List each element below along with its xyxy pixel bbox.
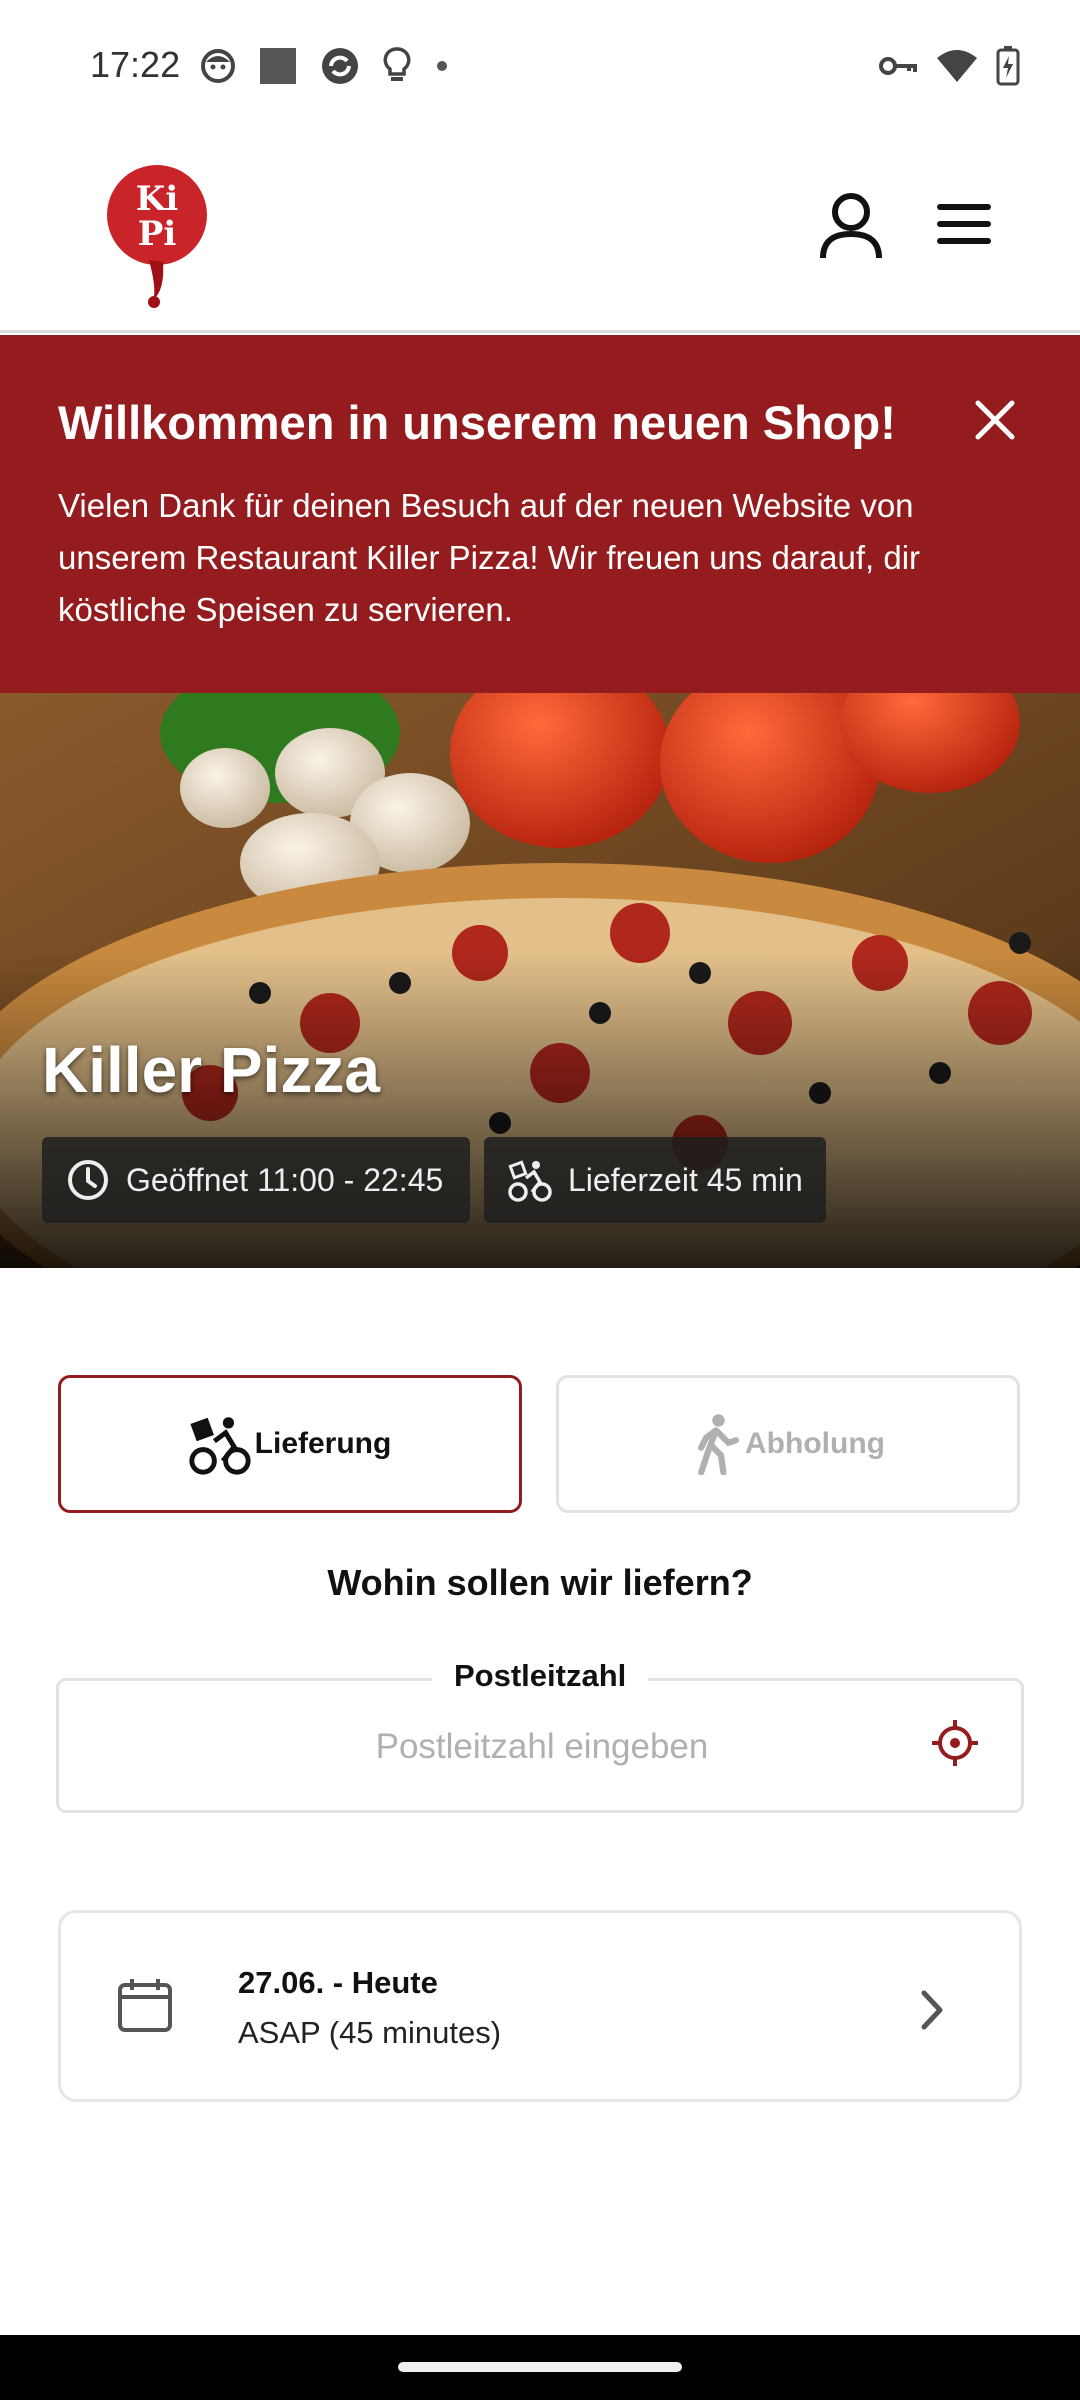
- postcode-label: Postleitzahl: [432, 1658, 649, 1694]
- walking-icon: [691, 1413, 741, 1475]
- postcode-input[interactable]: [60, 1690, 1024, 1804]
- restaurant-name: Killer Pizza: [42, 1034, 380, 1106]
- wifi-icon: [936, 48, 978, 89]
- delivery-question: Wohin sollen wir liefern?: [327, 1562, 753, 1603]
- bike-delivery-icon: [508, 1158, 552, 1202]
- banner-text: Vielen Dank für deinen Besuch auf der ne…: [58, 487, 921, 628]
- schedule-time: ASAP (45 minutes): [238, 2015, 502, 2050]
- logo-text-2: Pi: [138, 214, 177, 254]
- opening-hours-text: Geöffnet 11:00 - 22:45: [126, 1161, 444, 1198]
- locate-button[interactable]: [930, 1718, 980, 1768]
- status-time: 17:22: [90, 44, 181, 85]
- delivery-mode-label: Lieferung: [254, 1427, 392, 1460]
- pickup-mode-button[interactable]: Abholung: [556, 1375, 1020, 1513]
- key-icon: [878, 51, 918, 86]
- hero-section: Killer Pizza Geöffnet 11:00 - 22:45 Lief…: [0, 693, 1080, 1268]
- hamburger-icon: [937, 204, 991, 244]
- sync-icon: [320, 46, 360, 91]
- menu-button[interactable]: [935, 200, 995, 250]
- home-gesture-handle[interactable]: [398, 2362, 682, 2372]
- square-icon: [258, 46, 298, 91]
- app-header: Ki Pi: [0, 130, 1080, 333]
- dot-icon: [434, 58, 450, 79]
- logo-text-1: Ki: [136, 179, 179, 219]
- schedule-date: 27.06. - Heute: [238, 1965, 438, 2000]
- pickup-mode-label: Abholung: [745, 1427, 885, 1460]
- account-button[interactable]: [815, 190, 887, 262]
- restaurant-logo[interactable]: Ki Pi: [105, 150, 215, 310]
- clock-icon: [66, 1158, 110, 1202]
- delivery-time-badge: Lieferzeit 45 min: [484, 1137, 826, 1223]
- bulb-icon: [382, 46, 412, 91]
- chevron-right-icon: [912, 1985, 952, 2035]
- battery-charging-icon: [996, 46, 1020, 91]
- delivery-time-text: Lieferzeit 45 min: [568, 1161, 803, 1198]
- opening-hours-badge: Geöffnet 11:00 - 22:45: [42, 1137, 470, 1223]
- status-bar: 17:22: [0, 0, 1080, 130]
- delivery-mode-button[interactable]: Lieferung: [58, 1375, 522, 1513]
- bike-delivery-icon: [189, 1413, 251, 1475]
- crosshair-icon: [932, 1720, 978, 1766]
- calendar-icon: [115, 1975, 175, 2035]
- close-icon: [975, 400, 1015, 440]
- schedule-card[interactable]: [58, 1910, 1022, 2102]
- banner-title: Willkommen in unserem neuen Shop!: [58, 396, 896, 449]
- banner-close-button[interactable]: [970, 395, 1020, 445]
- face-icon: [200, 48, 236, 89]
- welcome-banner: Willkommen in unserem neuen Shop! Vielen…: [0, 335, 1080, 693]
- user-icon: [820, 193, 882, 259]
